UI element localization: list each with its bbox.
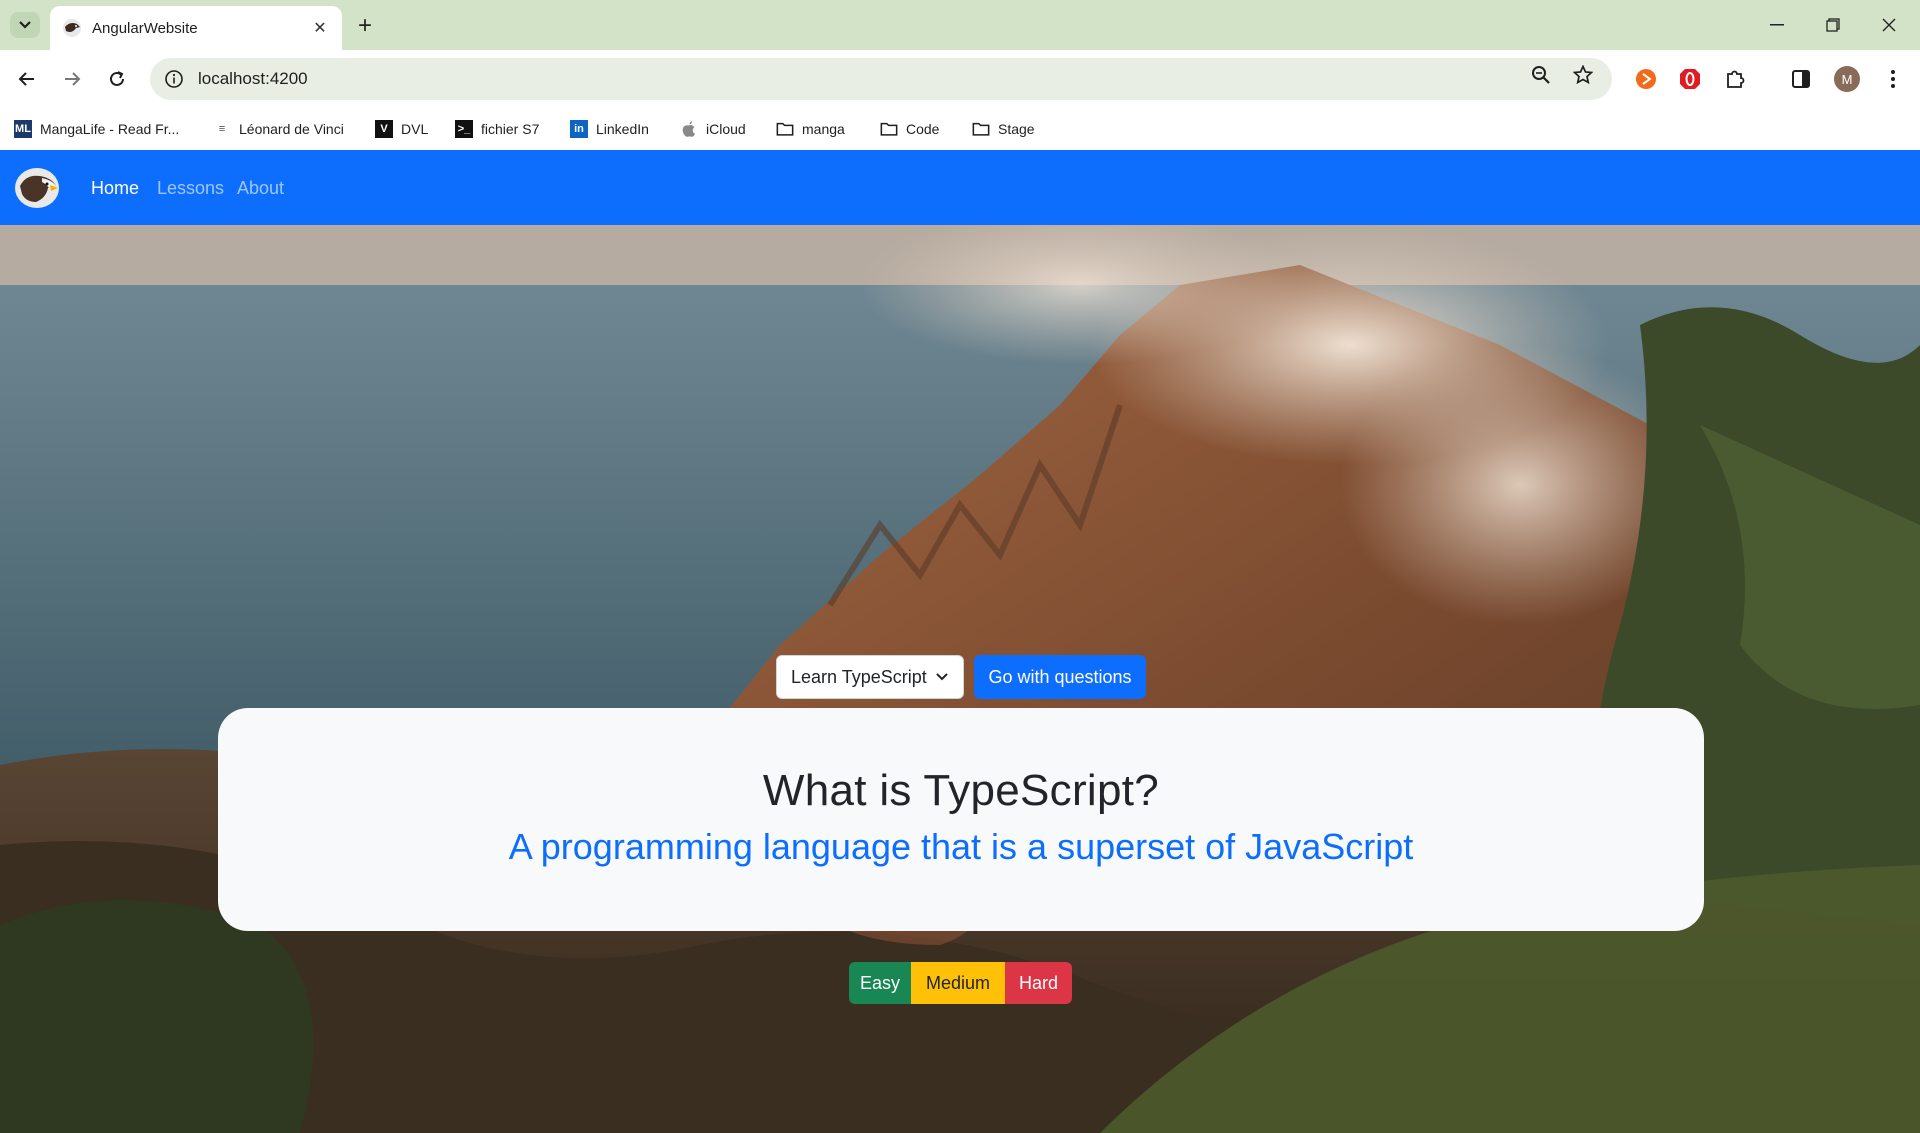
new-tab-icon[interactable]: + [350, 12, 380, 40]
nav-link-home[interactable]: Home [91, 178, 139, 199]
mangalife-icon: ML [14, 120, 32, 138]
browser-tab[interactable]: AngularWebsite ✕ [50, 6, 342, 50]
devinci-icon: ≡ [218, 123, 226, 135]
eagle-logo-icon[interactable] [12, 164, 62, 212]
nav-link-about[interactable]: About [237, 178, 284, 199]
profile-avatar[interactable]: M [1834, 66, 1860, 92]
lesson-title: What is TypeScript? [762, 766, 1160, 815]
forward-icon[interactable] [55, 62, 89, 96]
lesson-select[interactable]: Learn TypeScript [776, 655, 964, 699]
zoom-icon[interactable] [1524, 58, 1558, 92]
bookmark-label: iCloud [706, 121, 746, 137]
bookmark-linkedin[interactable]: in LinkedIn [570, 118, 649, 140]
back-icon[interactable] [10, 62, 44, 96]
bookmark-devinci[interactable]: ≡ Léonard de Vinci [213, 118, 344, 140]
lesson-card: What is TypeScript? A programming langua… [218, 708, 1704, 931]
address-bar[interactable]: localhost:4200 [150, 58, 1612, 100]
opera-adblock-icon[interactable] [1673, 62, 1707, 96]
difficulty-medium-button[interactable]: Medium [911, 962, 1005, 1004]
bookmark-label: manga [802, 121, 845, 137]
site-info-icon[interactable] [164, 69, 184, 89]
bookmark-label: Léonard de Vinci [239, 121, 344, 137]
apple-icon [680, 120, 698, 138]
bookmark-star-icon[interactable] [1566, 58, 1600, 92]
bookmark-label: fichier S7 [481, 121, 540, 137]
bookmark-folder-stage[interactable]: Stage [972, 118, 1035, 140]
bookmark-dvl[interactable]: V DVL [375, 118, 428, 140]
folder-icon [776, 120, 794, 138]
browser-toolbar: localhost:4200 [0, 50, 1920, 108]
difficulty-easy-button[interactable]: Easy [849, 962, 911, 1004]
tab-title: AngularWebsite [92, 19, 198, 37]
bookmark-label: LinkedIn [596, 121, 649, 137]
bookmark-folder-manga[interactable]: manga [776, 118, 845, 140]
url-text[interactable]: localhost:4200 [198, 69, 308, 89]
restore-icon[interactable] [1810, 10, 1856, 40]
difficulty-hard-button[interactable]: Hard [1005, 962, 1072, 1004]
app-navbar: Home Lessons About [0, 150, 1920, 225]
linkedin-icon: in [570, 120, 588, 138]
terminal-icon: >_ [455, 120, 473, 138]
chevron-down-icon [19, 21, 31, 29]
eagle-favicon-icon [63, 19, 81, 37]
go-with-questions-button[interactable]: Go with questions [974, 655, 1146, 699]
page-content: Home Lessons About Learn TypeScript Go w… [0, 150, 1920, 1133]
bookmark-folder-code[interactable]: Code [880, 118, 939, 140]
close-tab-icon[interactable]: ✕ [310, 18, 330, 38]
bookmarks-bar: ML MangaLife - Read Fr... ≡ Léonard de V… [0, 108, 1920, 150]
bookmark-label: Stage [998, 121, 1035, 137]
menu-kebab-icon[interactable] [1876, 62, 1910, 96]
folder-icon [972, 120, 990, 138]
dvl-icon: V [375, 120, 393, 138]
reload-icon[interactable] [100, 62, 134, 96]
bookmark-mangalife[interactable]: ML MangaLife - Read Fr... [14, 118, 179, 140]
lesson-controls: Learn TypeScript Go with questions [776, 655, 1146, 699]
bookmark-label: DVL [401, 121, 429, 137]
browser-titlebar: AngularWebsite ✕ + [0, 0, 1920, 50]
bookmark-label: Code [906, 121, 940, 137]
minimize-icon[interactable] [1754, 10, 1800, 40]
bookmark-fichier-s7[interactable]: >_ fichier S7 [455, 118, 539, 140]
bookmark-label: MangaLife - Read Fr... [40, 121, 180, 137]
difficulty-button-group: Easy Medium Hard [849, 962, 1072, 1004]
extension-orange-icon[interactable] [1629, 62, 1663, 96]
nav-link-lessons[interactable]: Lessons [157, 178, 224, 199]
chevron-down-icon [936, 673, 948, 681]
folder-icon [880, 120, 898, 138]
side-panel-icon[interactable] [1784, 62, 1818, 96]
bookmark-icloud[interactable]: iCloud [680, 118, 746, 140]
extensions-puzzle-icon[interactable] [1718, 62, 1752, 96]
tab-list-button[interactable] [10, 12, 40, 38]
lesson-select-value: Learn TypeScript [791, 666, 927, 687]
lesson-subtitle: A programming language that is a superse… [508, 826, 1414, 867]
close-window-icon[interactable] [1866, 10, 1912, 40]
